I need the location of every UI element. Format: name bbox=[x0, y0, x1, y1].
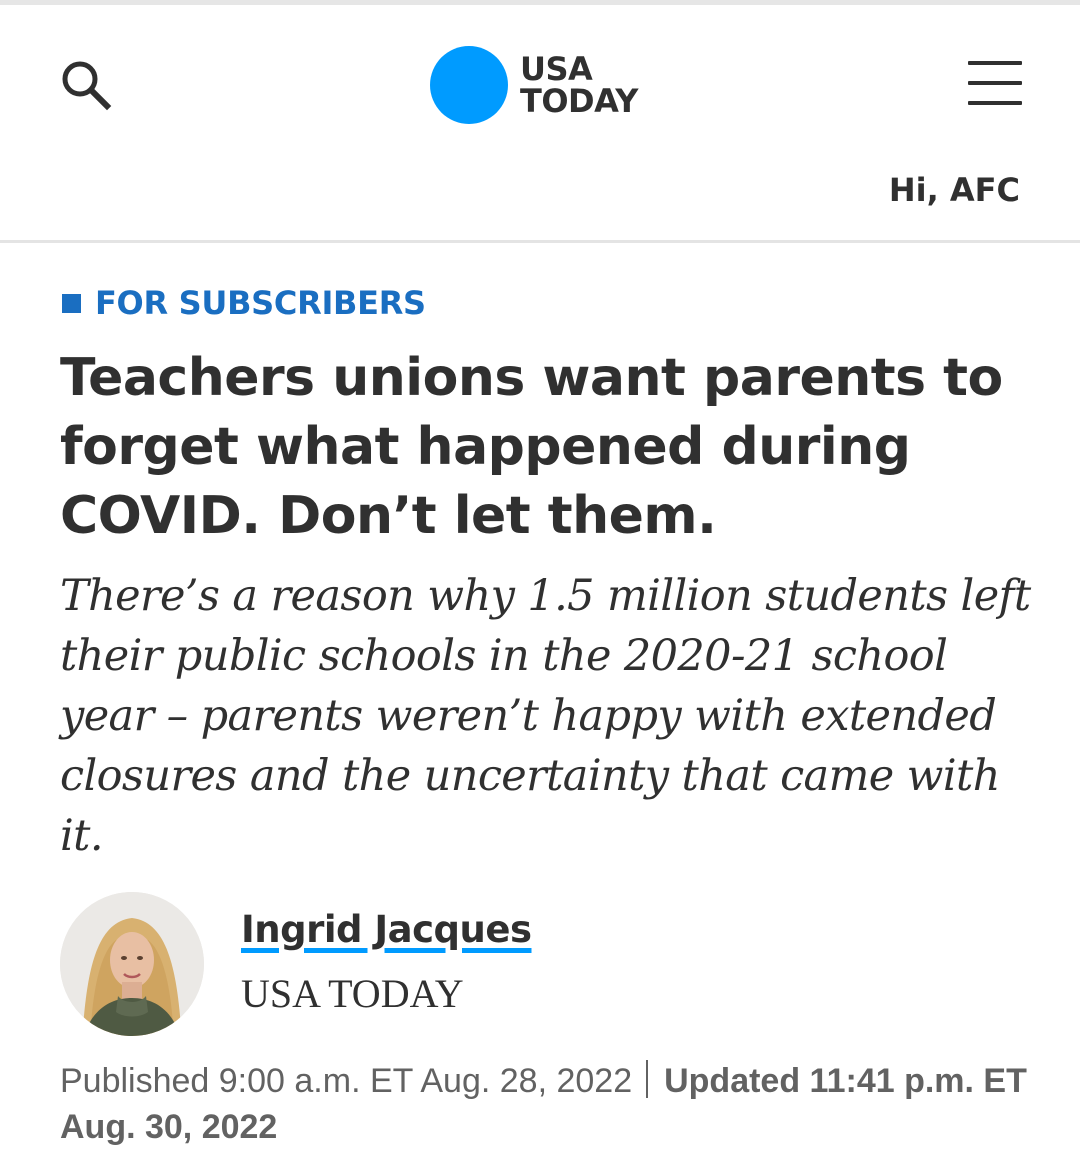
author-name-link[interactable]: Ingrid Jacques bbox=[241, 908, 532, 951]
article-subheadline: There’s a reason why 1.5 million student… bbox=[60, 571, 1031, 861]
dateline-divider bbox=[646, 1060, 649, 1098]
usa-today-logo[interactable]: USA TODAY bbox=[430, 45, 638, 125]
logo-line-2: TODAY bbox=[520, 82, 638, 120]
author-photo bbox=[60, 892, 204, 1036]
article-dateline: Published 9:00 a.m. ET Aug. 28, 2022 Upda… bbox=[60, 1058, 1040, 1150]
subscriber-label: FOR SUBSCRIBERS bbox=[62, 284, 426, 322]
search-icon bbox=[62, 61, 112, 111]
subscriber-label-text: FOR SUBSCRIBERS bbox=[95, 284, 426, 322]
logo-wordmark: USA TODAY bbox=[520, 53, 638, 117]
logo-dot bbox=[430, 46, 508, 124]
logo-line-1: USA bbox=[520, 50, 593, 88]
menu-button[interactable] bbox=[966, 61, 1024, 107]
article-headline: Teachers unions want parents to forget w… bbox=[60, 348, 1003, 546]
published-date: Published 9:00 a.m. ET Aug. 28, 2022 bbox=[60, 1062, 633, 1100]
author-organization: USA TODAY bbox=[241, 971, 464, 1016]
user-greeting[interactable]: Hi, AFC bbox=[889, 171, 1020, 209]
search-button[interactable] bbox=[56, 55, 116, 115]
label-square-icon bbox=[62, 293, 81, 313]
author-avatar[interactable] bbox=[60, 892, 204, 1036]
site-header: USA TODAY Hi, AFC bbox=[0, 5, 1080, 243]
